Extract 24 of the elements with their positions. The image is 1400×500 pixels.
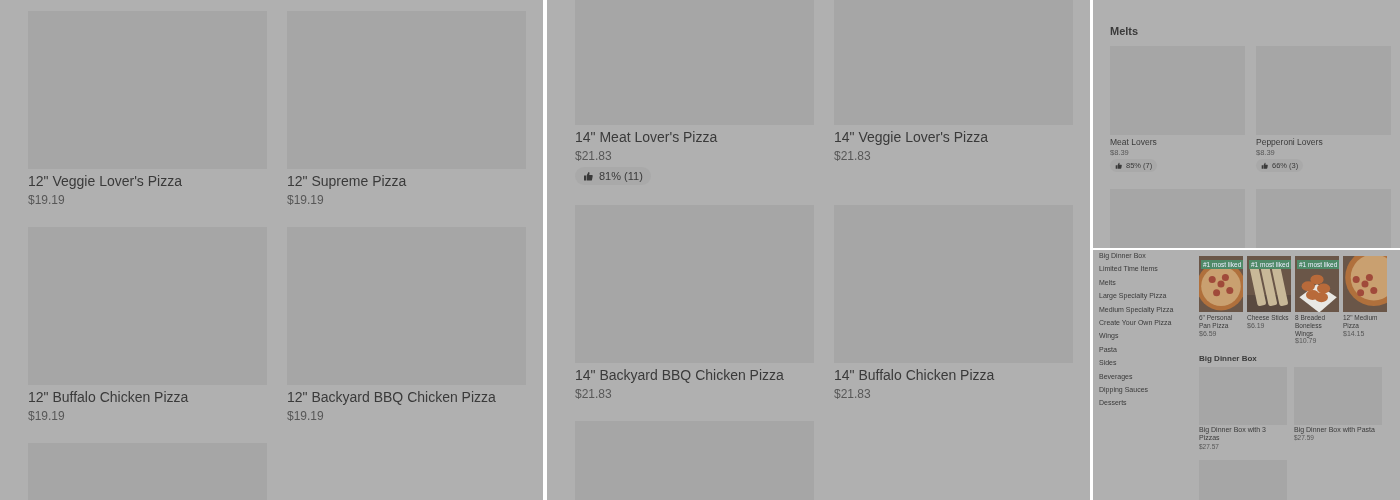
item-name[interactable]: Pepperoni Lovers — [1256, 137, 1391, 148]
item-name[interactable]: 14" Meat Lover's Pizza — [575, 129, 814, 146]
section-heading: Big Dinner Box — [1199, 353, 1258, 363]
item-name[interactable]: 14" Veggie Lover's Pizza — [834, 129, 1073, 146]
item-price: $19.19 — [287, 192, 325, 208]
item-name[interactable]: 12" Backyard BBQ Chicken Pizza — [287, 389, 526, 406]
item-price: $21.83 — [834, 387, 872, 402]
section-heading: Melts — [1110, 25, 1140, 37]
item-name[interactable]: 12" Supreme Pizza — [287, 173, 526, 190]
item-name[interactable]: Meat Lovers — [1110, 137, 1245, 148]
item-price: $19.19 — [28, 192, 66, 208]
thumbs-up-icon — [1115, 162, 1122, 170]
item-name[interactable]: 14" Buffalo Chicken Pizza — [834, 367, 1073, 384]
item-price: $19.19 — [28, 409, 66, 424]
item-name[interactable]: 12" Veggie Lover's Pizza — [28, 173, 267, 190]
item-price: $19.19 — [287, 409, 325, 424]
item-name[interactable]: 12" Buffalo Chicken Pizza — [28, 389, 267, 406]
item-price: $21.83 — [575, 387, 613, 402]
item-price: $21.83 — [575, 148, 613, 164]
thumbs-up-icon — [583, 171, 593, 182]
item-price: $21.83 — [834, 148, 872, 164]
thumbs-up-icon — [1261, 162, 1268, 170]
item-name[interactable]: 14" Backyard BBQ Chicken Pizza — [575, 367, 814, 384]
rating-text: 81% (11) — [599, 170, 643, 183]
